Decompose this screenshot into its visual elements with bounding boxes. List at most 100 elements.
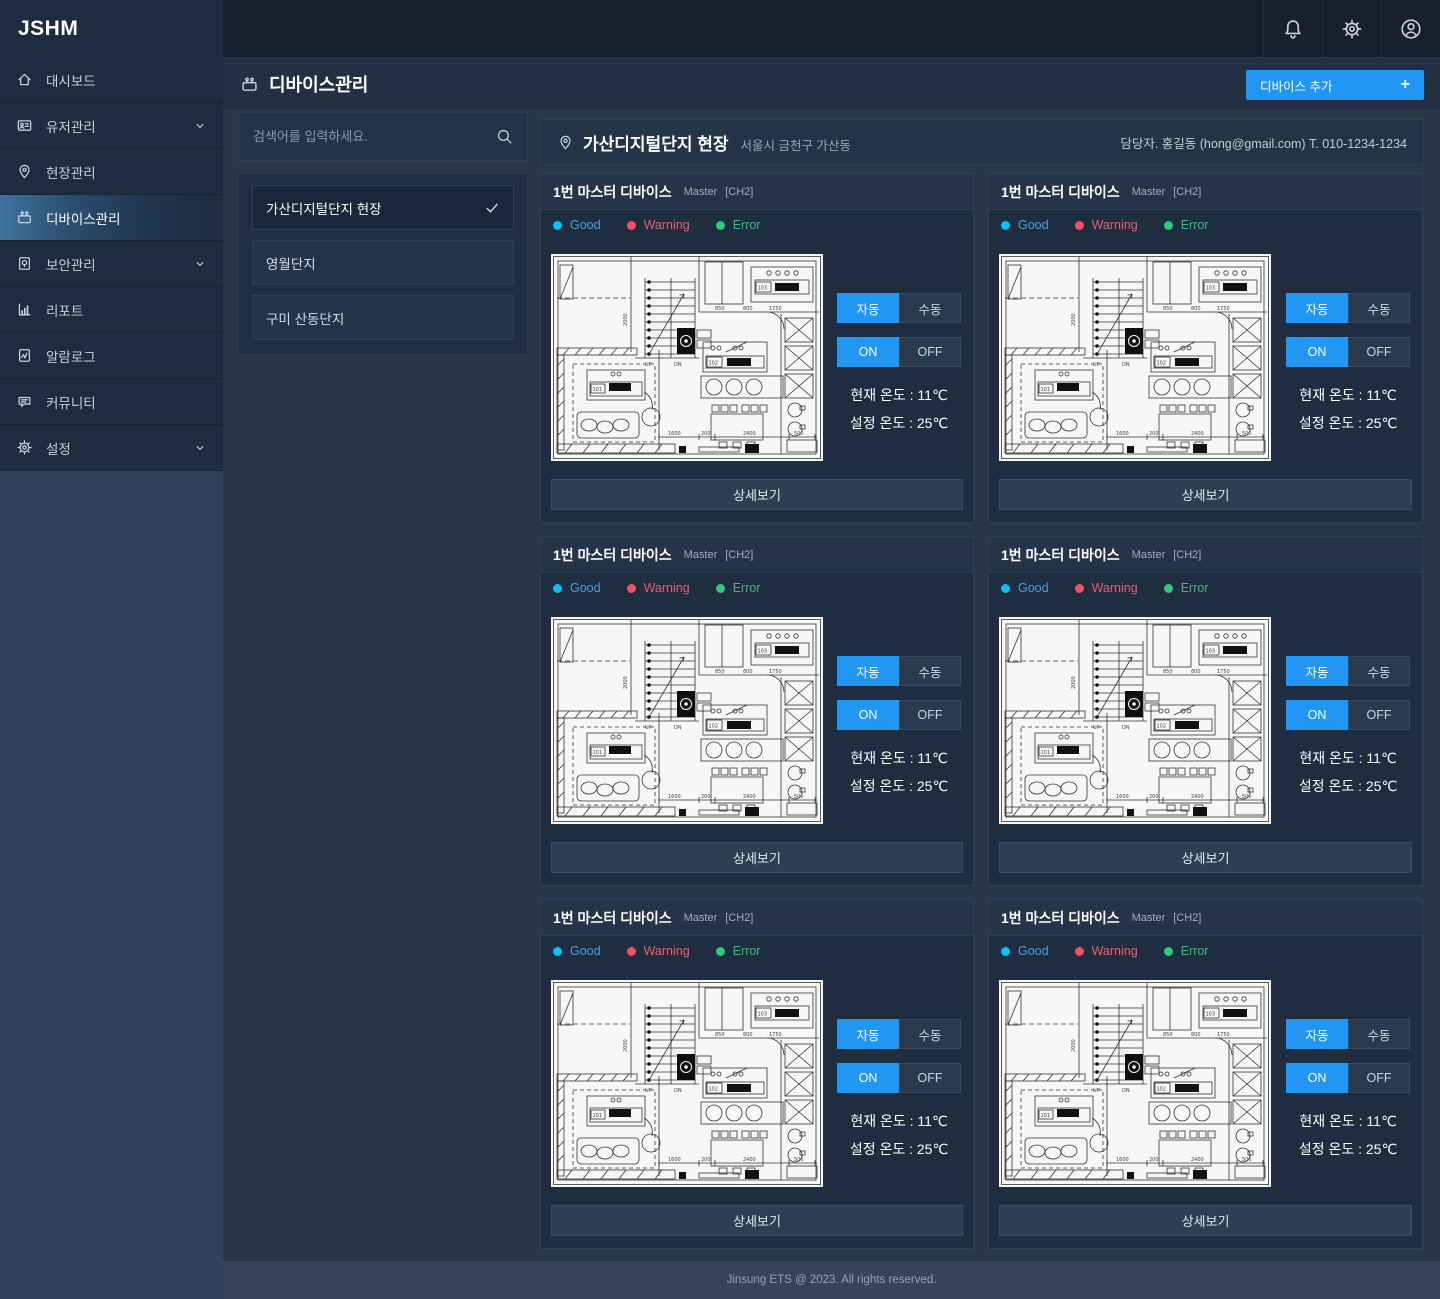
device-channel: [CH2] <box>1173 185 1202 198</box>
mode-auto-button[interactable]: 자동 <box>837 1019 899 1049</box>
site-list-item-1[interactable]: 영월단지 <box>252 240 514 285</box>
power-off-button[interactable]: OFF <box>899 700 961 730</box>
sidebar-item-3[interactable]: 디바이스관리 <box>0 195 223 241</box>
sidebar-item-0[interactable]: 대시보드 <box>0 57 223 103</box>
device-card-0: 1번 마스터 디바이스 Master [CH2] Good Warning Er… <box>540 173 974 523</box>
device-channel: [CH2] <box>725 548 754 561</box>
sidebar-item-1[interactable]: 유저관리 <box>0 103 223 149</box>
site-address: 서울시 금천구 가산동 <box>740 139 851 153</box>
mode-auto-button[interactable]: 자동 <box>837 293 899 323</box>
device-title: 1번 마스터 디바이스 <box>1001 183 1120 200</box>
power-on-button[interactable]: ON <box>1286 1063 1348 1093</box>
sidebar-item-4[interactable]: 보안관리 <box>0 241 223 287</box>
set-temperature: 설정 온도 : 25℃ <box>849 1141 949 1157</box>
warning-dot <box>1074 946 1084 956</box>
power-off-button[interactable]: OFF <box>899 1063 961 1093</box>
device-card-4: 1번 마스터 디바이스 Master [CH2] Good Warning Er… <box>540 899 974 1249</box>
bell-icon <box>1282 18 1304 40</box>
sidebar-item-label: 리포트 <box>46 303 84 319</box>
mode-manual-button[interactable]: 수동 <box>899 293 961 323</box>
site-name: 영월단지 <box>266 256 316 272</box>
check-icon <box>484 200 500 216</box>
device-cards-grid: 1번 마스터 디바이스 Master [CH2] Good Warning Er… <box>540 173 1424 1249</box>
sidebar-item-icon <box>16 163 33 180</box>
set-temperature: 설정 온도 : 25℃ <box>849 778 949 794</box>
mode-manual-button[interactable]: 수동 <box>899 1019 961 1049</box>
sidebar-item-7[interactable]: 커뮤니티 <box>0 379 223 425</box>
settings-button[interactable] <box>1322 0 1381 57</box>
good-dot <box>553 583 562 593</box>
legend-error: Error <box>1163 581 1208 595</box>
mode-auto-button[interactable]: 자동 <box>1286 1019 1348 1049</box>
sidebar-item-2[interactable]: 현장관리 <box>0 149 223 195</box>
detail-button[interactable]: 상세보기 <box>551 842 963 873</box>
notifications-button[interactable] <box>1263 0 1322 57</box>
search-input[interactable] <box>253 129 496 144</box>
sidebar-item-8[interactable]: 설정 <box>0 425 223 471</box>
power-toggle: ON OFF <box>1286 700 1410 730</box>
device-card-header: 1번 마스터 디바이스 Master [CH2] <box>989 174 1422 210</box>
sidebar-item-label: 커뮤니티 <box>46 395 96 411</box>
mode-manual-button[interactable]: 수동 <box>1348 1019 1410 1049</box>
legend-error: Error <box>715 581 760 595</box>
power-on-button[interactable]: ON <box>837 1063 899 1093</box>
legend-good: Good <box>1001 944 1049 958</box>
detail-button[interactable]: 상세보기 <box>551 479 963 510</box>
power-on-button[interactable]: ON <box>837 337 899 367</box>
device-controls: 자동 수동 ON OFF 현재 온도 : 11℃ 설정 온도 : 25℃ <box>837 656 961 800</box>
mode-manual-button[interactable]: 수동 <box>1348 293 1410 323</box>
power-on-button[interactable]: ON <box>1286 337 1348 367</box>
detail-button[interactable]: 상세보기 <box>551 1205 963 1236</box>
current-temperature: 현재 온도 : 11℃ <box>850 1113 948 1129</box>
mode-auto-button[interactable]: 자동 <box>1286 656 1348 686</box>
site-list-item-0[interactable]: 가산디지털단지 현장 <box>252 185 514 230</box>
power-off-button[interactable]: OFF <box>1348 700 1410 730</box>
power-off-button[interactable]: OFF <box>899 337 961 367</box>
sidebar-item-5[interactable]: 리포트 <box>0 287 223 333</box>
power-toggle: ON OFF <box>837 337 961 367</box>
device-card-2: 1번 마스터 디바이스 Master [CH2] Good Warning Er… <box>540 536 974 886</box>
legend-warning: Warning <box>1074 581 1138 595</box>
floor-plan-drawing <box>999 254 1271 461</box>
detail-button[interactable]: 상세보기 <box>999 842 1412 873</box>
current-temperature: 현재 온도 : 11℃ <box>850 387 948 403</box>
device-controls: 자동 수동 ON OFF 현재 온도 : 11℃ 설정 온도 : 25℃ <box>1286 293 1410 437</box>
sidebar-item-icon <box>16 347 33 364</box>
plus-icon: + <box>1400 76 1410 93</box>
sidebar: JSHM 대시보드 유저관리 현장관리 디바이스관리 보안관리 리포트 알람로그 <box>0 0 223 1299</box>
device-card-5: 1번 마스터 디바이스 Master [CH2] Good Warning Er… <box>988 899 1423 1249</box>
sidebar-item-label: 설정 <box>46 441 71 457</box>
power-off-button[interactable]: OFF <box>1348 337 1410 367</box>
mode-manual-button[interactable]: 수동 <box>1348 656 1410 686</box>
status-legend: Good Warning Error <box>553 581 760 595</box>
mode-toggle: 자동 수동 <box>837 656 961 686</box>
legend-warning: Warning <box>1074 218 1138 232</box>
profile-button[interactable] <box>1381 0 1440 57</box>
mode-auto-button[interactable]: 자동 <box>837 656 899 686</box>
sidebar-item-6[interactable]: 알람로그 <box>0 333 223 379</box>
detail-button[interactable]: 상세보기 <box>999 1205 1412 1236</box>
sidebar-filler <box>0 471 223 1299</box>
profile-icon <box>1400 18 1422 40</box>
search-icon[interactable] <box>496 128 513 145</box>
copyright-text: Jinsung ETS @ 2023. All rights reserved. <box>726 1274 937 1286</box>
sidebar-item-icon <box>16 301 33 318</box>
current-temperature: 현재 온도 : 11℃ <box>1299 387 1397 403</box>
add-device-button[interactable]: 디바이스 추가 + <box>1246 70 1424 100</box>
power-on-button[interactable]: ON <box>837 700 899 730</box>
sidebar-menu: 대시보드 유저관리 현장관리 디바이스관리 보안관리 리포트 알람로그 커뮤니티 <box>0 57 223 471</box>
mode-manual-button[interactable]: 수동 <box>899 656 961 686</box>
current-temperature: 현재 온도 : 11℃ <box>850 750 948 766</box>
device-card-header: 1번 마스터 디바이스 Master [CH2] <box>989 900 1422 936</box>
power-on-button[interactable]: ON <box>1286 700 1348 730</box>
detail-button[interactable]: 상세보기 <box>999 479 1412 510</box>
power-off-button[interactable]: OFF <box>1348 1063 1410 1093</box>
site-list-item-2[interactable]: 구미 산동단지 <box>252 295 514 340</box>
top-bar <box>223 0 1440 57</box>
legend-good: Good <box>1001 581 1049 595</box>
mode-toggle: 자동 수동 <box>837 293 961 323</box>
mode-auto-button[interactable]: 자동 <box>1286 293 1348 323</box>
error-dot <box>1163 946 1173 956</box>
add-device-label: 디바이스 추가 <box>1260 79 1333 94</box>
legend-error: Error <box>715 218 760 232</box>
